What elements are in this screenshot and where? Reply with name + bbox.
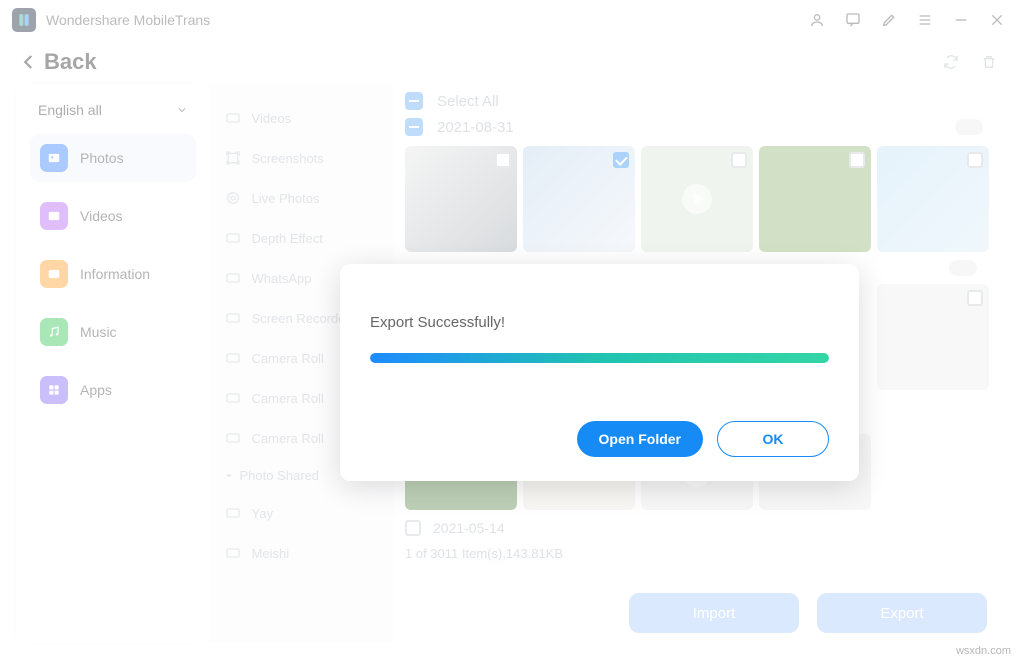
modal-message: Export Successfully! xyxy=(370,314,829,331)
ok-button[interactable]: OK xyxy=(717,421,829,457)
progress-fill xyxy=(370,353,829,363)
export-success-modal: Export Successfully! Open Folder OK xyxy=(340,264,859,481)
open-folder-button[interactable]: Open Folder xyxy=(577,421,703,457)
watermark: wsxdn.com xyxy=(956,645,1011,657)
progress-bar xyxy=(370,353,829,363)
